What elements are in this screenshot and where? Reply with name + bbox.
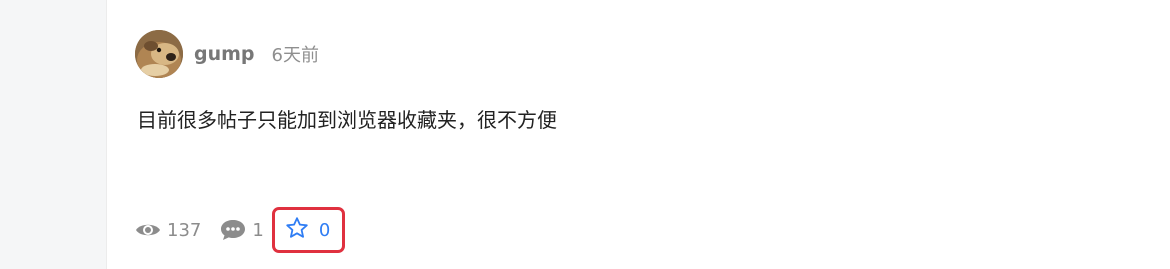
comments-count: 1 xyxy=(252,219,264,241)
avatar[interactable] xyxy=(135,30,183,78)
post-stats: 137 1 0 xyxy=(135,202,346,258)
post-card: gump 6天前 目前很多帖子只能加到浏览器收藏夹，很不方便 137 1 0 xyxy=(106,0,1170,269)
post-content: 目前很多帖子只能加到浏览器收藏夹，很不方便 xyxy=(137,108,557,132)
comments-stat[interactable]: 1 xyxy=(220,219,264,241)
favorite-button[interactable]: 0 xyxy=(271,207,346,253)
author-row: gump 6天前 xyxy=(135,30,319,78)
post-time: 6天前 xyxy=(271,45,319,66)
views-stat: 137 xyxy=(135,220,201,241)
views-count: 137 xyxy=(167,219,202,241)
favorites-count: 0 xyxy=(318,219,331,241)
comment-icon xyxy=(220,219,246,241)
post-title-clip xyxy=(137,0,1037,8)
avatar-image xyxy=(135,30,183,78)
author-name[interactable]: gump xyxy=(194,43,255,65)
eye-icon xyxy=(135,221,161,239)
star-icon xyxy=(285,216,309,245)
